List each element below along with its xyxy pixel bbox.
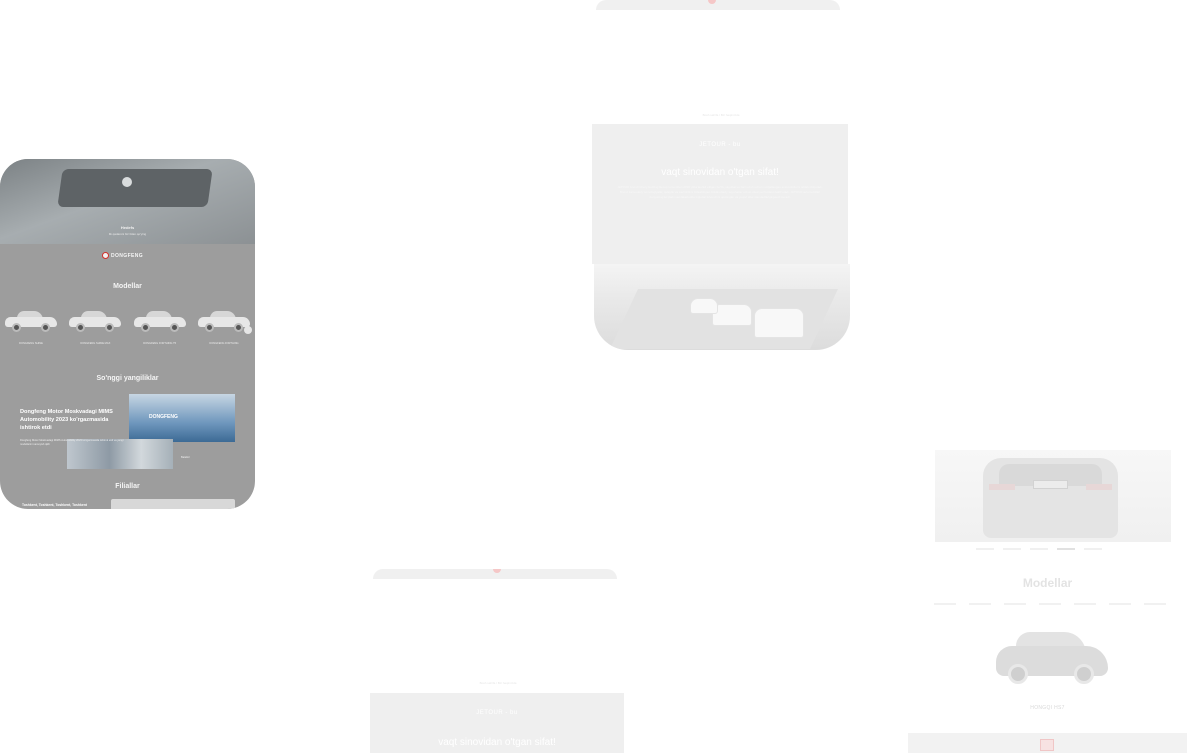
branches-section-title: Filiallar: [115, 483, 140, 490]
about-brand: JETOUR - bu: [699, 142, 741, 148]
about-paragraph: JETOUR brendi Chery Holding Group tomoni…: [617, 185, 823, 200]
news-image-brand: DONGFENG: [149, 414, 178, 420]
car-image: [754, 308, 804, 338]
dongfeng-logo-icon: [102, 252, 109, 259]
car-image: [69, 309, 122, 332]
dongfeng-logo[interactable]: DONGFENG: [102, 252, 143, 259]
model-label: DONGFENG SHINE: [19, 342, 43, 345]
model-tab[interactable]: [1074, 603, 1096, 605]
car-image: [133, 309, 186, 332]
about-heading: vaqt sinovidan o'tgan sifat!: [661, 167, 779, 178]
model-label: DONGFENG FORTHING T5: [143, 342, 177, 345]
dongfeng-site-preview[interactable]: Hedefs Ilk qadamni biz bilan qo'ying DON…: [0, 159, 255, 509]
jetour-site-preview-top[interactable]: Bosh sahifa / Biz haqimizda JETOUR - bu …: [592, 0, 850, 352]
news-more-link[interactable]: Batafsil: [181, 456, 190, 459]
models-section-title: Modellar: [113, 283, 142, 290]
model-tab[interactable]: [1109, 603, 1131, 605]
model-tab[interactable]: [969, 603, 991, 605]
tail-light: [1086, 484, 1112, 490]
model-tab[interactable]: [1144, 603, 1166, 605]
model-tabs: [934, 603, 1166, 605]
dongfeng-logo-text: DONGFENG: [111, 252, 144, 259]
about-photo-road: [594, 264, 850, 350]
model-car-image[interactable]: [996, 630, 1108, 690]
car-image: [5, 309, 57, 332]
carousel-next-icon[interactable]: [244, 326, 252, 334]
slider-dot[interactable]: [1084, 548, 1102, 550]
model-label: DONGFENG FORTHING: [209, 342, 239, 345]
model-tab[interactable]: [1039, 603, 1061, 605]
car-image: [197, 309, 250, 332]
slider-dot[interactable]: [976, 548, 994, 550]
news-section-title: So'nggi yangiliklar: [96, 375, 159, 382]
model-card[interactable]: DONGFENG FORTHING T5: [133, 309, 187, 349]
model-name[interactable]: HONGQI HS7: [908, 705, 1187, 711]
model-label: DONGFENG SHINE MAX: [80, 342, 111, 345]
model-tab[interactable]: [1004, 603, 1026, 605]
hero-banner: Hedefs Ilk qadamni biz bilan qo'ying: [0, 159, 255, 244]
screenshot-canvas: Hedefs Ilk qadamni biz bilan qo'ying DON…: [0, 0, 1193, 753]
slider-dot[interactable]: [1030, 548, 1048, 550]
slider-dot[interactable]: [1003, 548, 1021, 550]
models-section-title: Modellar: [1022, 576, 1073, 590]
about-panel: JETOUR - bu vaqt sinovidan o'tgan sifat!: [370, 693, 624, 753]
news-body: Dongfeng Motor Moskvadagi MIMS Automobil…: [20, 439, 124, 446]
jetour-site-preview-bottom[interactable]: Bosh sahifa / Biz haqimizda JETOUR - bu …: [369, 569, 627, 753]
hongqi-logo-icon[interactable]: [1040, 739, 1054, 751]
hero-image-dashboard: [57, 169, 213, 207]
footer-bar: [908, 733, 1187, 753]
car-image: [712, 304, 752, 326]
about-brand: JETOUR - bu: [476, 710, 518, 716]
model-card[interactable]: DONGFENG SHINE: [4, 309, 58, 349]
model-card[interactable]: DONGFENG SHINE MAX: [68, 309, 122, 349]
breadcrumb[interactable]: Bosh sahifa / Biz haqimizda: [369, 681, 627, 685]
hero-banner: [935, 450, 1171, 542]
tail-light: [989, 484, 1015, 490]
news-article[interactable]: Dongfeng Motor Moskvadagi MIMS Automobil…: [20, 408, 130, 447]
license-plate: [1033, 480, 1068, 489]
news-headline[interactable]: Dongfeng Motor Moskvadagi MIMS Automobil…: [20, 408, 130, 432]
news-image-exhibition[interactable]: DONGFENG: [129, 394, 235, 442]
models-carousel: DONGFENG SHINE DONGFENG SHINE MAX DONGFE…: [4, 309, 251, 349]
branches-map[interactable]: [111, 499, 235, 509]
branches-list[interactable]: Toshkent, Toshkent, Toshkent, Toshkent: [22, 503, 87, 507]
breadcrumb[interactable]: Bosh sahifa / Biz haqimizda: [592, 113, 850, 117]
model-card[interactable]: DONGFENG FORTHING: [197, 309, 251, 349]
car-image: [690, 298, 718, 314]
hero-title: Hedefs: [120, 225, 135, 230]
play-icon[interactable]: [122, 177, 132, 187]
hero-subtitle: Ilk qadamni biz bilan qo'ying: [108, 232, 147, 236]
slider-dot-active[interactable]: [1057, 548, 1075, 550]
model-tab[interactable]: [934, 603, 956, 605]
about-panel: JETOUR - bu vaqt sinovidan o'tgan sifat!…: [592, 124, 848, 264]
hongqi-site-preview[interactable]: Modellar HONGQI HS7: [908, 450, 1187, 753]
about-heading: vaqt sinovidan o'tgan sifat!: [438, 737, 556, 748]
slider-pagination: [976, 548, 1102, 550]
top-bar: [596, 0, 840, 10]
